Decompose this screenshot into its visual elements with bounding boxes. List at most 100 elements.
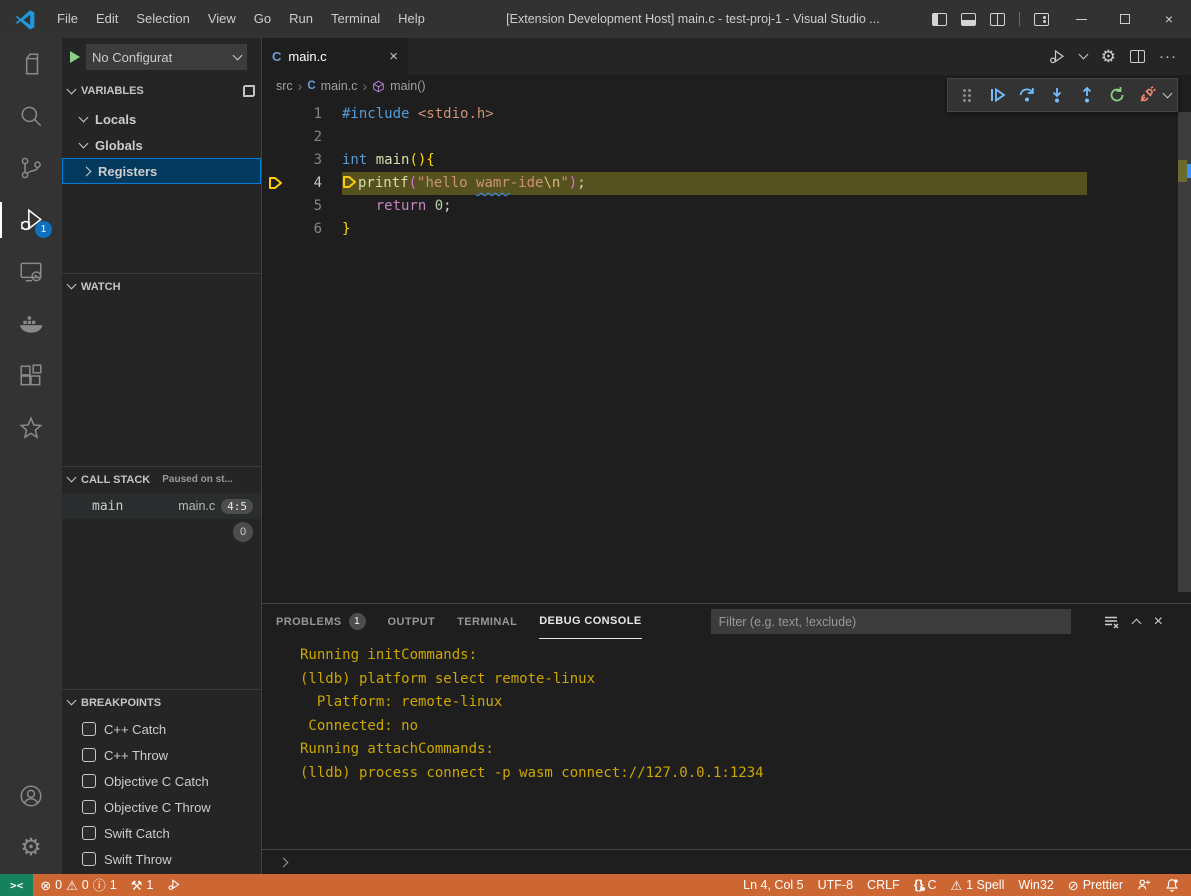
call-stack-frame-main[interactable]: main main.c 4:5 <box>62 493 261 519</box>
clear-console-icon[interactable] <box>1103 614 1119 630</box>
restart-button[interactable] <box>1104 82 1130 108</box>
language-mode[interactable]: {} C <box>907 874 944 896</box>
tab-bar: C main.c × ⚙ ··· <box>262 38 1191 75</box>
sidebar-item-source-control[interactable] <box>0 142 62 194</box>
call-stack-section-header[interactable]: CALL STACK Paused on st... <box>62 466 261 492</box>
maximize-button[interactable] <box>1103 0 1147 38</box>
breadcrumb-file[interactable]: main.c <box>321 79 358 93</box>
eol-indicator[interactable]: CRLF <box>860 874 907 896</box>
console-line: Connected: no <box>300 715 1191 739</box>
watch-section-header[interactable]: WATCH <box>62 273 261 299</box>
breakpoint-objc-throw[interactable]: Objective C Throw <box>62 794 261 820</box>
toggle-sidebar-icon[interactable] <box>932 13 947 26</box>
debug-console-input[interactable] <box>262 849 1191 874</box>
remote-indicator[interactable]: >< <box>0 874 33 896</box>
disconnect-button[interactable] <box>1134 82 1160 108</box>
tab-problems[interactable]: PROBLEMS 1 <box>276 604 366 639</box>
menu-run[interactable]: Run <box>280 6 322 32</box>
inline-breakpoint-arrow-icon[interactable] <box>342 175 358 189</box>
variables-item-globals[interactable]: Globals <box>62 132 261 158</box>
code-line-5: 5 return 0; <box>262 195 1191 218</box>
chevron-down-icon[interactable] <box>1163 88 1173 98</box>
code-editor[interactable]: 1 #include <stdio.h> 2 3 int main(){ 4 p… <box>262 97 1191 603</box>
menu-terminal[interactable]: Terminal <box>322 6 389 32</box>
variables-section-header[interactable]: VARIABLES <box>62 78 261 104</box>
sidebar-item-extensions[interactable] <box>0 350 62 402</box>
notifications-button[interactable] <box>1158 874 1191 896</box>
checkbox-icon[interactable] <box>82 722 96 736</box>
menu-edit[interactable]: Edit <box>87 6 127 32</box>
problems-status[interactable]: ⊗ 0 ⚠ 0 ⓘ 1 <box>33 874 123 896</box>
tools-status[interactable]: ⚒ 1 <box>124 874 161 896</box>
menu-selection[interactable]: Selection <box>127 6 198 32</box>
split-editor-icon[interactable] <box>1130 50 1145 63</box>
chevron-down-icon <box>67 84 77 94</box>
remote-icon: >< <box>10 879 23 892</box>
debug-status[interactable] <box>160 874 188 896</box>
spell-checker-status[interactable]: ⚠ 1 Spell <box>943 874 1011 896</box>
checkbox-icon[interactable] <box>82 748 96 762</box>
checkbox-icon[interactable] <box>82 774 96 788</box>
console-filter-input[interactable] <box>711 609 1071 634</box>
step-out-button[interactable] <box>1074 82 1100 108</box>
tab-output[interactable]: OUTPUT <box>388 604 436 639</box>
menu-go[interactable]: Go <box>245 6 280 32</box>
tab-terminal[interactable]: TERMINAL <box>457 604 517 639</box>
checkbox-icon[interactable] <box>82 800 96 814</box>
breakpoint-cpp-catch[interactable]: C++ Catch <box>62 716 261 742</box>
sidebar-item-star-extension[interactable] <box>0 402 62 454</box>
menu-help[interactable]: Help <box>389 6 434 32</box>
platform-indicator[interactable]: Win32 <box>1011 874 1060 896</box>
info-count: 1 <box>110 878 117 892</box>
feedback-button[interactable] <box>1130 874 1158 896</box>
toggle-secondary-sidebar-icon[interactable] <box>990 13 1005 26</box>
toggle-panel-icon[interactable] <box>961 13 976 26</box>
menu-view[interactable]: View <box>199 6 245 32</box>
editor-gear-icon[interactable]: ⚙ <box>1101 48 1116 65</box>
close-button[interactable]: × <box>1147 0 1191 38</box>
maximize-panel-icon[interactable] <box>1131 619 1141 629</box>
breakpoint-swift-catch[interactable]: Swift Catch <box>62 820 261 846</box>
sidebar-item-search[interactable] <box>0 90 62 142</box>
cursor-position[interactable]: Ln 4, Col 5 <box>736 874 810 896</box>
launch-config-select[interactable]: No Configurat <box>86 44 247 70</box>
more-actions-icon[interactable]: ··· <box>1159 48 1177 65</box>
encoding-indicator[interactable]: UTF-8 <box>811 874 860 896</box>
breadcrumb-separator: › <box>362 78 367 94</box>
customize-layout-icon[interactable] <box>1034 13 1049 26</box>
breakpoints-section-header[interactable]: BREAKPOINTS <box>62 689 261 715</box>
sidebar-item-docker[interactable] <box>0 298 62 350</box>
minimize-button[interactable] <box>1059 0 1103 38</box>
tab-debug-console[interactable]: DEBUG CONSOLE <box>539 604 641 639</box>
breadcrumb-src[interactable]: src <box>276 79 293 93</box>
chevron-down-icon <box>67 473 77 483</box>
tab-main-c[interactable]: C main.c × <box>262 38 408 75</box>
breakpoint-cpp-throw[interactable]: C++ Throw <box>62 742 261 768</box>
toolbar-drag-handle[interactable] <box>954 82 980 108</box>
formatter-status[interactable]: ⊘ Prettier <box>1061 874 1130 896</box>
account-button[interactable] <box>0 770 62 822</box>
sidebar-item-run-debug[interactable]: 1 <box>0 194 62 246</box>
menu-file[interactable]: File <box>48 6 87 32</box>
close-panel-icon[interactable]: × <box>1154 613 1163 631</box>
run-or-debug-icon[interactable] <box>1048 48 1066 66</box>
tab-close-icon[interactable]: × <box>389 48 398 65</box>
debug-toolbar <box>947 78 1178 112</box>
checkbox-icon[interactable] <box>82 852 96 866</box>
settings-button[interactable]: ⚙ <box>0 822 62 874</box>
sidebar-item-remote-explorer[interactable] <box>0 246 62 298</box>
breakpoint-swift-throw[interactable]: Swift Throw <box>62 846 261 872</box>
title-bar: File Edit Selection View Go Run Terminal… <box>0 0 1191 38</box>
chevron-down-icon[interactable] <box>1078 50 1088 60</box>
breakpoint-objc-catch[interactable]: Objective C Catch <box>62 768 261 794</box>
step-over-button[interactable] <box>1014 82 1040 108</box>
variables-item-locals[interactable]: Locals <box>62 106 261 132</box>
collapse-all-icon[interactable] <box>243 85 255 97</box>
variables-item-registers[interactable]: Registers <box>62 158 261 184</box>
breadcrumb-symbol[interactable]: main() <box>390 79 425 93</box>
start-debug-icon[interactable] <box>70 51 80 63</box>
continue-button[interactable] <box>984 82 1010 108</box>
step-into-button[interactable] <box>1044 82 1070 108</box>
checkbox-icon[interactable] <box>82 826 96 840</box>
sidebar-item-explorer[interactable] <box>0 38 62 90</box>
